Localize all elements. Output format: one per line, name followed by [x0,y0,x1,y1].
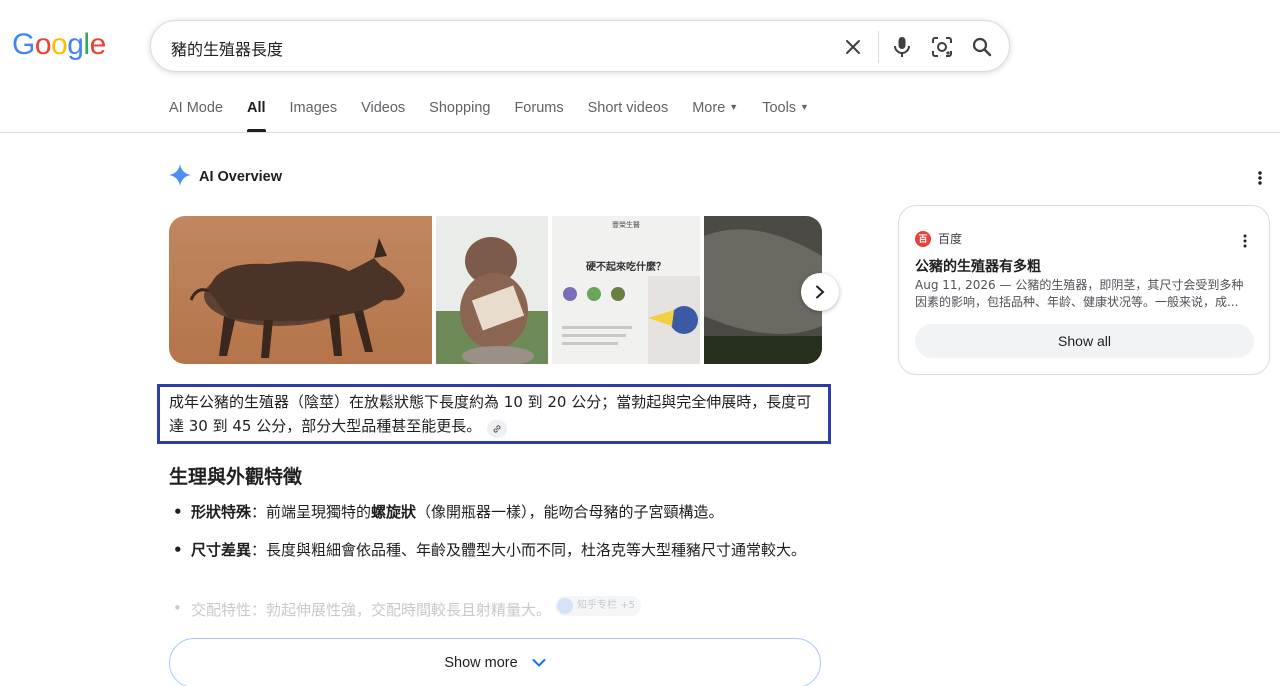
tab-label: AI Mode [169,100,223,116]
tab-more[interactable]: More ▼ [692,100,738,132]
ai-summary: 成年公豬的生殖器（陰莖）在放鬆狀態下長度約為 10 到 20 公分；當勃起與完全… [169,390,821,438]
source-snippet: Aug 11, 2026 — 公豬的生殖器，即阴茎，其尺寸会受到多种因素的影响，… [915,278,1244,309]
tab-images[interactable]: Images [290,100,338,132]
baidu-favicon-icon: 百 [915,230,931,247]
list-item: 形狀特殊：前端呈現獨特的螺旋狀（像開瓶器一樣），能吻合母豬的子宮頸構造。 [169,500,821,524]
carousel-image-infographic[interactable]: 豐榮生醫 硬不起來吃什麼？ [552,216,700,364]
source-row: 百 百度 [915,230,962,247]
carousel-image-figurine[interactable] [436,216,548,364]
list-item: 尺寸差異：長度與粗細會依品種、年齡及體型大小而不同，杜洛克等大型種豬尺寸通常較大… [169,538,821,562]
logo-letter: o [51,28,68,61]
microphone-icon[interactable] [889,34,915,60]
tab-label: Forums [514,100,564,116]
camera-lens-icon[interactable] [929,34,955,60]
bullet-text: ：勃起伸展性強，交配時間較長且射精量大。 [251,601,552,619]
tabs-divider [0,132,1280,133]
chevron-down-icon [532,659,546,667]
bullet-term: 形狀特殊 [191,503,252,521]
search-tabs: AI Mode All Images Videos Shopping Forum… [169,100,833,132]
show-all-label: Show all [1058,333,1111,349]
caret-down-icon: ▼ [729,102,739,112]
faded-list-item: 交配特性：勃起伸展性強，交配時間較長且射精量大。 知乎专栏 +5 [169,596,821,622]
bullet-text: ：長度與粗細會依品種、年齡及體型大小而不同，杜洛克等大型種豬尺寸通常較大。 [251,541,807,559]
source-card[interactable]: 百 百度 公豬的生殖器有多粗 Aug 11, 2026 — 公豬的生殖器，即阴茎… [898,205,1270,375]
tab-label: Images [289,100,338,116]
caret-down-icon: ▼ [800,102,809,112]
infographic-heading: 硬不起來吃什麼？ [586,262,666,273]
more-options-icon[interactable] [1252,168,1268,188]
chevron-right-icon [816,285,825,299]
bullet-emphasis: 螺旋狀 [371,503,417,521]
ai-overview-title: AI Overview [199,169,283,185]
tab-label: Tools [762,100,797,116]
more-options-icon[interactable] [1238,232,1252,250]
tab-label: More [692,100,726,116]
logo-letter: g [67,28,84,61]
tab-tools[interactable]: Tools ▼ [762,100,809,132]
search-divider [878,31,879,63]
show-all-button[interactable]: Show all [915,324,1254,358]
carousel-image-boar[interactable] [169,216,432,364]
bullet-text: ：前端呈現獨特的 [251,503,372,521]
bullet-term: 交配特性 [191,601,252,619]
tab-label: Videos [361,100,406,116]
logo-letter: e [89,28,107,61]
source-favicon [557,598,574,614]
carousel-next-button[interactable] [801,273,839,311]
tab-forums[interactable]: Forums [514,100,563,132]
show-more-label: Show more [444,655,518,671]
bullet-text: （像開瓶器一樣），能吻合母豬的子宮頸構造。 [416,503,724,521]
section-heading: 生理與外觀特徵 [169,466,303,488]
tab-shopping[interactable]: Shopping [429,100,490,132]
tab-short-videos[interactable]: Short videos [588,100,669,132]
tab-label: All [247,100,266,116]
tab-label: Shopping [429,100,491,116]
tab-all[interactable]: All [247,100,266,132]
gemini-sparkle-icon [169,164,191,190]
tab-label: Short videos [587,100,669,116]
bullet-term: 尺寸差異 [191,541,252,559]
tab-ai-mode[interactable]: AI Mode [169,100,223,132]
search-box[interactable]: 豬的生殖器長度 [150,20,1010,72]
source-chip[interactable]: 知乎专栏 +5 [555,596,641,616]
logo-letter: G [12,28,35,61]
infographic-brand: 豐榮生醫 [612,221,640,229]
bullet-list: 形狀特殊：前端呈現獨特的螺旋狀（像開瓶器一樣），能吻合母豬的子宮頸構造。 尺寸差… [169,500,821,576]
search-icon[interactable] [969,34,995,60]
link-icon[interactable] [487,420,508,438]
source-title[interactable]: 公豬的生殖器有多粗 [915,256,1041,276]
source-chip-label: 知乎专栏 +5 [577,600,635,611]
ai-overview-header: AI Overview [169,164,282,190]
close-icon[interactable] [840,34,866,60]
logo-letter: o [34,28,52,61]
google-logo[interactable]: Google [12,28,106,62]
search-input[interactable]: 豬的生殖器長度 [171,36,283,60]
source-name: 百度 [938,232,963,246]
image-carousel: 豐榮生醫 硬不起來吃什麼？ [169,216,822,364]
tab-videos[interactable]: Videos [361,100,405,132]
show-more-button[interactable]: Show more [169,638,821,686]
